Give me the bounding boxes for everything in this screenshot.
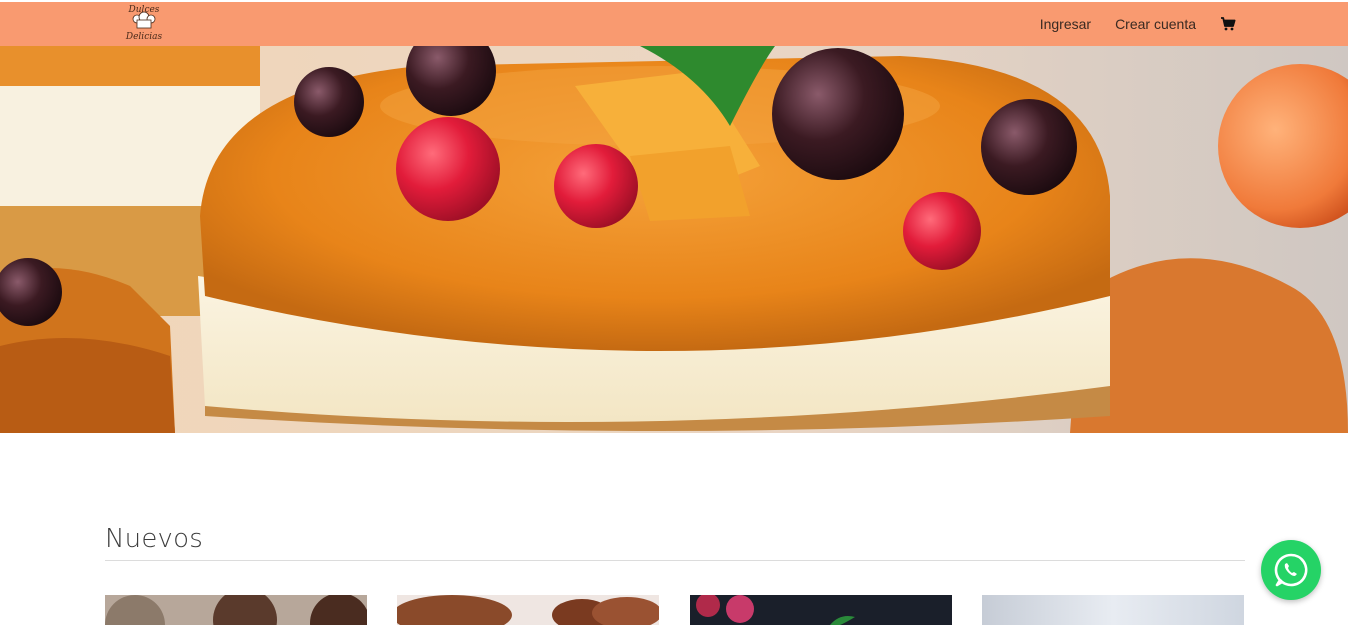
dessert-photo — [0, 46, 1348, 433]
shopping-cart-icon[interactable] — [1220, 16, 1236, 32]
login-link[interactable]: Ingresar — [1040, 16, 1091, 32]
whatsapp-icon — [1274, 553, 1308, 587]
whatsapp-button[interactable] — [1261, 540, 1321, 600]
dark-dessert-photo — [690, 595, 952, 625]
chocolate-cupcakes-photo — [397, 595, 659, 625]
nav-links: Ingresar Crear cuenta — [1016, 2, 1236, 46]
section-divider — [105, 560, 1245, 561]
logo-text-top: Dulces — [128, 5, 160, 15]
register-link[interactable]: Crear cuenta — [1115, 16, 1196, 32]
section-title: Nuevos — [105, 524, 203, 554]
logo-text-bottom: Delicias — [125, 32, 163, 42]
chocolate-cookies-photo — [105, 595, 367, 625]
light-dessert-photo — [982, 595, 1244, 625]
product-card-4[interactable] — [982, 595, 1244, 625]
hero-banner — [0, 46, 1348, 433]
product-card-3[interactable] — [690, 595, 952, 625]
brand-logo[interactable]: Dulces Delicias — [120, 5, 168, 45]
product-grid — [105, 595, 1245, 625]
product-card-2[interactable] — [397, 595, 659, 625]
header-navbar: Dulces Delicias Ingresar Crear cuenta — [0, 2, 1348, 46]
product-card-1[interactable] — [105, 595, 367, 625]
